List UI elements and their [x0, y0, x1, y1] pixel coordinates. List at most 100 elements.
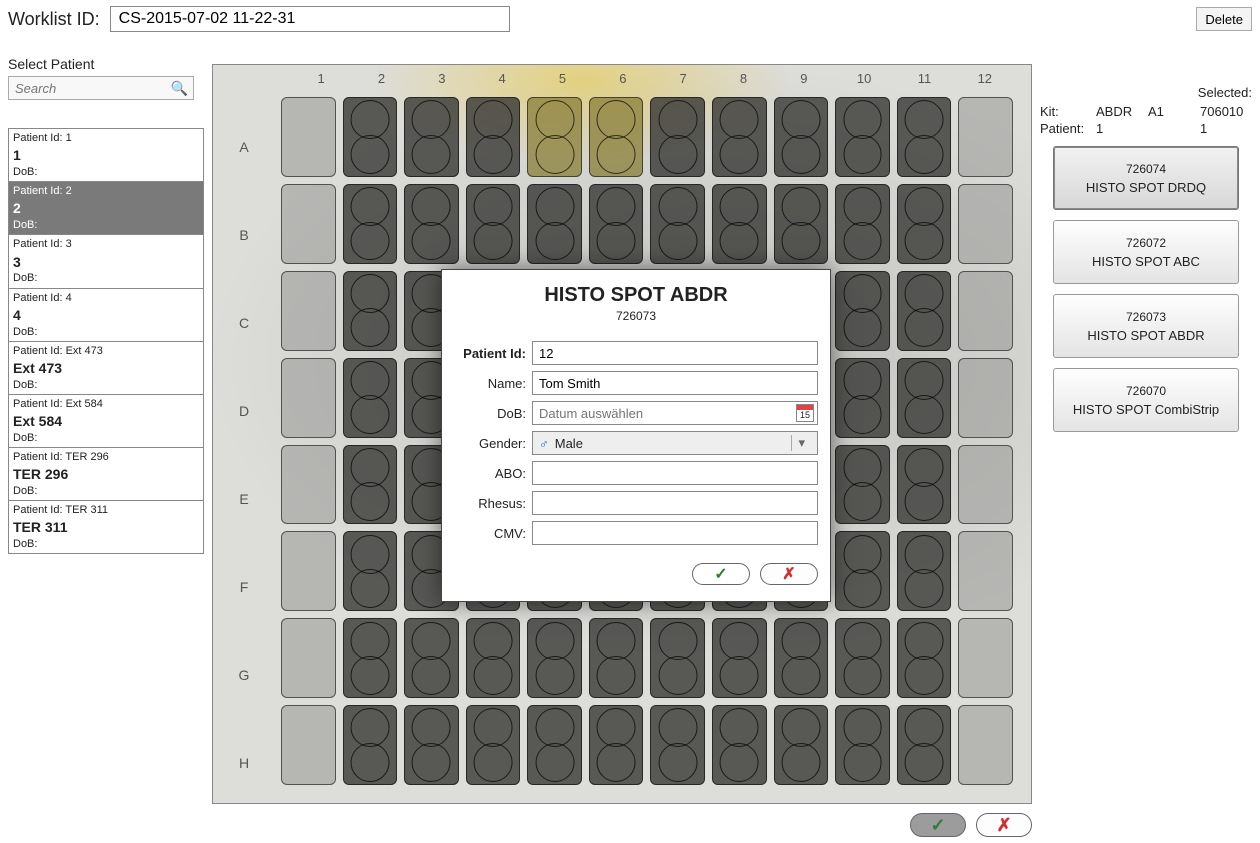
search-input[interactable]: [8, 76, 194, 100]
plate-well[interactable]: [525, 182, 584, 266]
patient-list-item[interactable]: Patient Id: 1 1 DoB:: [9, 129, 203, 182]
plate-well[interactable]: [279, 703, 338, 787]
plate-well[interactable]: [464, 182, 523, 266]
plate-well[interactable]: [710, 616, 769, 700]
plate-well[interactable]: [587, 95, 646, 179]
kit-button[interactable]: 726074 HISTO SPOT DRDQ: [1053, 146, 1239, 210]
plate-well[interactable]: [772, 182, 831, 266]
dob-field[interactable]: [532, 401, 818, 425]
kit-button[interactable]: 726070 HISTO SPOT CombiStrip: [1053, 368, 1239, 432]
dialog-confirm-button[interactable]: ✓: [692, 563, 750, 585]
plate-row-labels: ABCDEFGH: [219, 103, 269, 804]
patient-list-item[interactable]: Patient Id: Ext 473 Ext 473 DoB:: [9, 342, 203, 395]
plate-well[interactable]: [525, 616, 584, 700]
plate-well[interactable]: [402, 616, 461, 700]
plate-well[interactable]: [279, 616, 338, 700]
plate-well[interactable]: [279, 95, 338, 179]
plate-well[interactable]: [648, 616, 707, 700]
plate-well[interactable]: [833, 443, 892, 527]
plate-well[interactable]: [341, 269, 400, 353]
plate-confirm-button[interactable]: ✓: [910, 813, 966, 837]
plate-well[interactable]: [772, 95, 831, 179]
plate-well[interactable]: [587, 182, 646, 266]
plate-well[interactable]: [956, 182, 1015, 266]
plate-well[interactable]: [648, 95, 707, 179]
plate-well[interactable]: [956, 269, 1015, 353]
plate-well[interactable]: [341, 95, 400, 179]
plate-well[interactable]: [833, 269, 892, 353]
plate-well[interactable]: [402, 182, 461, 266]
worklist-id-input[interactable]: [110, 6, 510, 32]
plate-well[interactable]: [710, 703, 769, 787]
plate-well[interactable]: [956, 616, 1015, 700]
plate-well[interactable]: [833, 529, 892, 613]
plate-well[interactable]: [895, 269, 954, 353]
plate-well[interactable]: [833, 95, 892, 179]
plate-well[interactable]: [710, 182, 769, 266]
plate-well[interactable]: [648, 182, 707, 266]
plate-well[interactable]: [956, 95, 1015, 179]
plate-well[interactable]: [341, 443, 400, 527]
kit-button[interactable]: 726072 HISTO SPOT ABC: [1053, 220, 1239, 284]
plate-well[interactable]: [833, 703, 892, 787]
plate-well[interactable]: [895, 616, 954, 700]
cmv-field[interactable]: [532, 521, 818, 545]
gender-select[interactable]: ♂ Male ▾: [532, 431, 818, 455]
plate-well[interactable]: [279, 182, 338, 266]
plate-well[interactable]: [833, 356, 892, 440]
plate-well[interactable]: [648, 703, 707, 787]
plate-well[interactable]: [956, 529, 1015, 613]
plate-well[interactable]: [402, 703, 461, 787]
plate-well[interactable]: [833, 616, 892, 700]
rhesus-field[interactable]: [532, 491, 818, 515]
plate-well[interactable]: [525, 703, 584, 787]
patient-id-field[interactable]: [532, 341, 818, 365]
plate-well[interactable]: [710, 95, 769, 179]
patient-list-item[interactable]: Patient Id: Ext 584 Ext 584 DoB:: [9, 395, 203, 448]
delete-button[interactable]: Delete: [1196, 7, 1252, 31]
plate-well[interactable]: [279, 356, 338, 440]
plate-well[interactable]: [464, 95, 523, 179]
plate-well[interactable]: [895, 529, 954, 613]
calendar-icon[interactable]: 15: [796, 404, 814, 422]
plate-well[interactable]: [279, 269, 338, 353]
plate-well[interactable]: [402, 95, 461, 179]
patient-list-item[interactable]: Patient Id: 3 3 DoB:: [9, 235, 203, 288]
patient-list-item[interactable]: Patient Id: TER 296 TER 296 DoB:: [9, 448, 203, 501]
plate-well[interactable]: [833, 182, 892, 266]
plate-well[interactable]: [895, 703, 954, 787]
plate-well[interactable]: [464, 703, 523, 787]
plate-well[interactable]: [587, 616, 646, 700]
plate-well[interactable]: [464, 616, 523, 700]
plate-well[interactable]: [772, 703, 831, 787]
male-icon: ♂: [539, 436, 549, 451]
plate-well[interactable]: [956, 703, 1015, 787]
kit-button[interactable]: 726073 HISTO SPOT ABDR: [1053, 294, 1239, 358]
plate-well[interactable]: [525, 95, 584, 179]
plate-well[interactable]: [587, 703, 646, 787]
patient-list-item[interactable]: Patient Id: 4 4 DoB:: [9, 289, 203, 342]
plate-well[interactable]: [956, 356, 1015, 440]
plate-well[interactable]: [772, 616, 831, 700]
plate-cancel-button[interactable]: ✗: [976, 813, 1032, 837]
abo-field[interactable]: [532, 461, 818, 485]
plate-well[interactable]: [956, 443, 1015, 527]
plate-well[interactable]: [341, 529, 400, 613]
plate-well[interactable]: [341, 182, 400, 266]
name-field[interactable]: [532, 371, 818, 395]
dialog-cancel-button[interactable]: ✗: [760, 563, 818, 585]
plate-well[interactable]: [341, 356, 400, 440]
patient-list-item[interactable]: Patient Id: 2 2 DoB:: [9, 182, 203, 235]
plate-well[interactable]: [895, 182, 954, 266]
plate-well[interactable]: [341, 616, 400, 700]
search-icon[interactable]: 🔍: [171, 80, 188, 97]
plate-well[interactable]: [895, 95, 954, 179]
plate-well[interactable]: [895, 356, 954, 440]
select-patient-label: Select Patient: [8, 56, 204, 72]
plate-well[interactable]: [279, 529, 338, 613]
plate-well[interactable]: [279, 443, 338, 527]
chevron-down-icon[interactable]: ▾: [791, 435, 811, 451]
plate-well[interactable]: [341, 703, 400, 787]
patient-list-item[interactable]: Patient Id: TER 311 TER 311 DoB:: [9, 501, 203, 553]
plate-well[interactable]: [895, 443, 954, 527]
